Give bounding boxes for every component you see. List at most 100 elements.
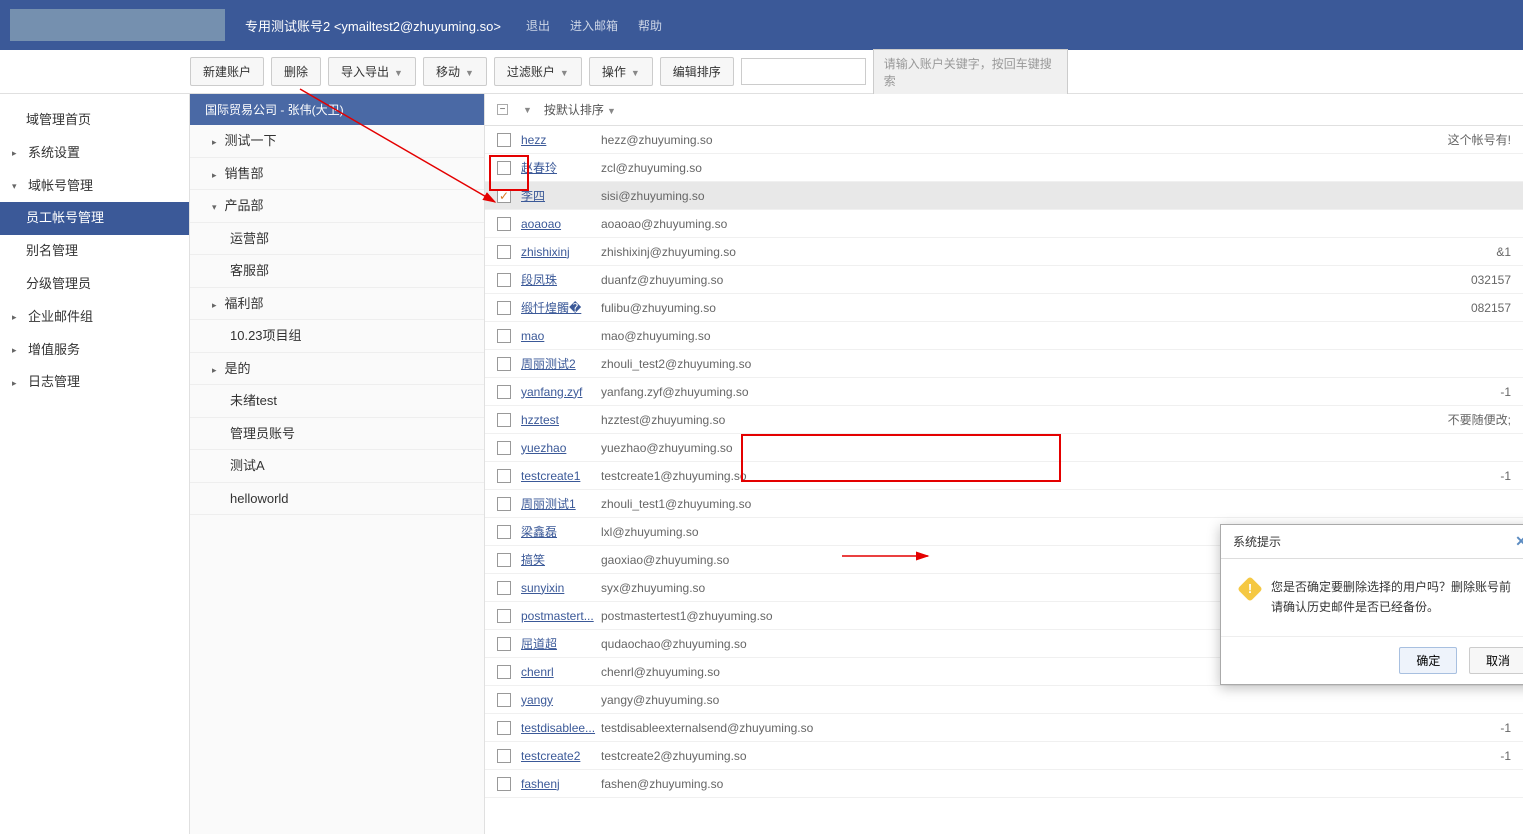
table-row[interactable]: yangyyangy@zhuyuming.so <box>485 686 1523 714</box>
account-name-link[interactable]: testcreate2 <box>521 749 580 763</box>
table-row[interactable]: yanfang.zyfyanfang.zyf@zhuyuming.so-1 <box>485 378 1523 406</box>
dept-item[interactable]: ▸测试一下 <box>190 125 484 158</box>
dept-root[interactable]: 国际贸易公司 - 张伟(大卫) <box>190 94 484 125</box>
confirm-button[interactable]: 确定 <box>1399 647 1457 674</box>
row-checkbox[interactable] <box>497 161 511 175</box>
enter-mail-link[interactable]: 进入邮箱 <box>570 17 618 34</box>
table-row[interactable]: 段凤珠duanfz@zhuyuming.so032157 <box>485 266 1523 294</box>
table-row[interactable]: hezzhezz@zhuyuming.so这个帐号有! <box>485 126 1523 154</box>
import-export-button[interactable]: 导入导出▼ <box>328 57 416 86</box>
expand-all-icon[interactable]: − <box>497 104 508 115</box>
account-name-link[interactable]: 屈道超 <box>521 637 557 651</box>
table-row[interactable]: 李四sisi@zhuyuming.so <box>485 182 1523 210</box>
dept-item[interactable]: ▸销售部 <box>190 158 484 191</box>
row-checkbox[interactable] <box>497 665 511 679</box>
table-row[interactable]: 周丽测试2zhouli_test2@zhuyuming.so <box>485 350 1523 378</box>
row-checkbox[interactable] <box>497 273 511 287</box>
sidebar-item[interactable]: ▸日志管理 <box>0 366 189 399</box>
cancel-button[interactable]: 取消 <box>1469 647 1523 674</box>
table-row[interactable]: 赵春玲zcl@zhuyuming.so <box>485 154 1523 182</box>
operate-button[interactable]: 操作▼ <box>589 57 653 86</box>
account-name-link[interactable]: 李四 <box>521 189 545 203</box>
row-checkbox[interactable] <box>497 749 511 763</box>
account-name-link[interactable]: postmastert... <box>521 609 594 623</box>
dept-item[interactable]: 客服部 <box>190 255 484 288</box>
search-input[interactable] <box>741 58 866 85</box>
account-name-link[interactable]: hezz <box>521 133 546 147</box>
close-icon[interactable]: ✕ <box>1515 533 1523 550</box>
table-row[interactable]: fashenjfashen@zhuyuming.so <box>485 770 1523 798</box>
move-button[interactable]: 移动▼ <box>423 57 487 86</box>
account-name-link[interactable]: 段凤珠 <box>521 273 557 287</box>
row-checkbox[interactable] <box>497 385 511 399</box>
table-row[interactable]: aoaoaoaoaoao@zhuyuming.so <box>485 210 1523 238</box>
row-checkbox[interactable] <box>497 497 511 511</box>
account-name-link[interactable]: 搞笑 <box>521 553 545 567</box>
table-row[interactable]: testcreate1testcreate1@zhuyuming.so-1 <box>485 462 1523 490</box>
account-name-link[interactable]: testdisablee... <box>521 721 595 735</box>
row-checkbox[interactable] <box>497 329 511 343</box>
account-name-link[interactable]: 梁鑫磊 <box>521 525 557 539</box>
account-name-link[interactable]: 赵春玲 <box>521 161 557 175</box>
table-row[interactable]: testdisablee...testdisableexternalsend@z… <box>485 714 1523 742</box>
row-checkbox[interactable] <box>497 553 511 567</box>
account-name-link[interactable]: sunyixin <box>521 581 564 595</box>
dept-item[interactable]: 10.23项目组 <box>190 320 484 353</box>
table-row[interactable]: 缎忏煌髑�fulibu@zhuyuming.so082157 <box>485 294 1523 322</box>
dept-item[interactable]: 运营部 <box>190 223 484 256</box>
sidebar-item[interactable]: ▾域帐号管理 <box>0 170 189 203</box>
account-name-link[interactable]: 周丽测试2 <box>521 357 576 371</box>
row-checkbox[interactable] <box>497 525 511 539</box>
dept-item[interactable]: ▾产品部 <box>190 190 484 223</box>
logout-link[interactable]: 退出 <box>526 17 550 34</box>
row-checkbox[interactable] <box>497 581 511 595</box>
account-name-link[interactable]: testcreate1 <box>521 469 580 483</box>
sidebar-item[interactable]: 别名管理 <box>0 235 189 268</box>
sidebar-item[interactable]: 员工帐号管理 <box>0 202 189 235</box>
table-row[interactable]: 周丽测试1zhouli_test1@zhuyuming.so <box>485 490 1523 518</box>
edit-sort-button[interactable]: 编辑排序 <box>660 57 734 86</box>
table-row[interactable]: testcreate2testcreate2@zhuyuming.so-1 <box>485 742 1523 770</box>
account-name-link[interactable]: yangy <box>521 693 553 707</box>
account-name-link[interactable]: zhishixinj <box>521 245 570 259</box>
row-checkbox[interactable] <box>497 133 511 147</box>
row-checkbox[interactable] <box>497 301 511 315</box>
sort-selector[interactable]: 按默认排序▼ <box>544 101 616 118</box>
table-row[interactable]: hzztesthzztest@zhuyuming.so不要随便改; <box>485 406 1523 434</box>
row-checkbox[interactable] <box>497 189 511 203</box>
dept-item[interactable]: ▸是的 <box>190 353 484 386</box>
new-account-button[interactable]: 新建账户 <box>190 57 264 86</box>
account-name-link[interactable]: fashenj <box>521 777 560 791</box>
account-name-link[interactable]: yanfang.zyf <box>521 385 582 399</box>
table-row[interactable]: maomao@zhuyuming.so <box>485 322 1523 350</box>
row-checkbox[interactable] <box>497 413 511 427</box>
sidebar-item[interactable]: ▸企业邮件组 <box>0 301 189 334</box>
dept-item[interactable]: 测试A <box>190 450 484 483</box>
row-checkbox[interactable] <box>497 721 511 735</box>
sidebar-item[interactable]: 域管理首页 <box>0 104 189 137</box>
sidebar-item[interactable]: 分级管理员 <box>0 268 189 301</box>
sidebar-item[interactable]: ▸增值服务 <box>0 334 189 367</box>
dept-item[interactable]: 未绪test <box>190 385 484 418</box>
account-name-link[interactable]: aoaoao <box>521 217 561 231</box>
table-row[interactable]: yuezhaoyuezhao@zhuyuming.so <box>485 434 1523 462</box>
account-name-link[interactable]: 周丽测试1 <box>521 497 576 511</box>
help-link[interactable]: 帮助 <box>638 17 662 34</box>
account-name-link[interactable]: mao <box>521 329 544 343</box>
account-name-link[interactable]: yuezhao <box>521 441 566 455</box>
account-name-link[interactable]: 缎忏煌髑� <box>521 301 581 315</box>
account-name-link[interactable]: hzztest <box>521 413 559 427</box>
row-checkbox[interactable] <box>497 245 511 259</box>
row-checkbox[interactable] <box>497 693 511 707</box>
row-checkbox[interactable] <box>497 609 511 623</box>
row-checkbox[interactable] <box>497 217 511 231</box>
row-checkbox[interactable] <box>497 777 511 791</box>
filter-account-button[interactable]: 过滤账户▼ <box>494 57 582 86</box>
row-checkbox[interactable] <box>497 469 511 483</box>
row-checkbox[interactable] <box>497 637 511 651</box>
dept-item[interactable]: ▸福利部 <box>190 288 484 321</box>
row-checkbox[interactable] <box>497 357 511 371</box>
row-checkbox[interactable] <box>497 441 511 455</box>
account-name-link[interactable]: chenrl <box>521 665 554 679</box>
sidebar-item[interactable]: ▸系统设置 <box>0 137 189 170</box>
